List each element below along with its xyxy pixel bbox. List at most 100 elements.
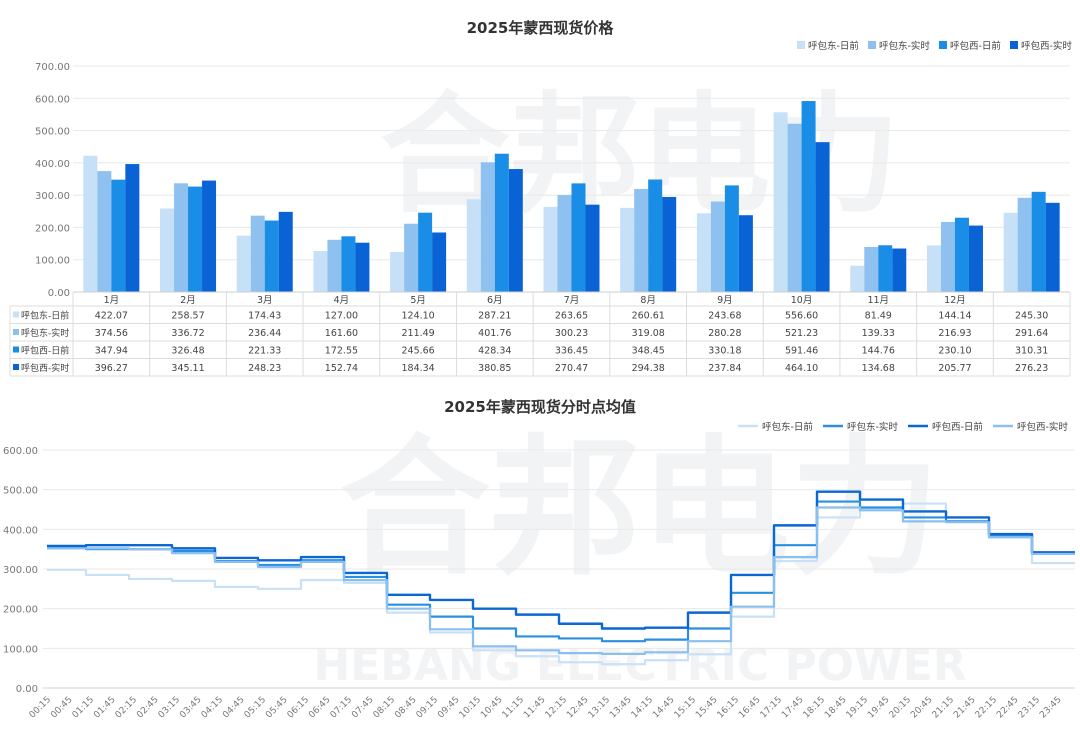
y-tick-label: 200.00 [3,605,38,616]
bar [202,180,217,292]
bar [327,239,342,292]
x-tick-label: 18:45 [823,695,848,720]
table-cell: 347.94 [95,346,128,357]
bar [571,183,586,292]
bar [787,123,802,293]
table-cell: 245.30 [1015,311,1048,322]
table-cell: 134.68 [862,363,895,374]
y-tick-label: 500.00 [35,127,70,138]
x-tick-label: 12:15 [544,695,569,720]
table-row-swatch [13,311,19,318]
bar [696,213,711,292]
bar [160,208,175,292]
bar [418,212,433,292]
legend-label: 呼包东-实时 [847,421,898,433]
bar [892,248,907,292]
watermark-english: HEBANG ELECTRIC POWER [313,640,966,691]
x-tick-label: 5月 [410,295,426,306]
x-tick-label: 13:45 [608,695,633,720]
table-cell: 319.08 [632,328,665,339]
x-tick-label: 17:15 [759,695,784,720]
table-cell: 464.10 [785,363,818,374]
y-tick-label: 200.00 [35,223,70,234]
legend-swatch [868,41,876,49]
y-tick-label: 400.00 [3,525,38,536]
bar [968,225,983,292]
table-row-label: 呼包西-实时 [21,362,69,374]
table-cell: 380.85 [478,363,511,374]
table-cell: 591.46 [785,346,818,357]
x-tick-label: 03:45 [178,695,203,720]
x-tick-label: 06:15 [286,695,311,720]
y-tick-label: 100.00 [3,644,38,655]
bar [850,265,865,292]
x-tick-label: 03:15 [157,695,182,720]
x-tick-label: 23:15 [1017,695,1042,720]
legend-label: 呼包东-日前 [808,40,859,52]
x-tick-label: 08:45 [393,695,418,720]
table-cell: 326.48 [171,346,204,357]
x-tick-label: 6月 [487,295,503,306]
table-cell: 230.10 [938,346,971,357]
table-row-label: 呼包东-实时 [21,327,69,339]
x-tick-label: 16:15 [716,695,741,720]
watermark: 合邦电力 合邦电力 HEBANG ELECTRIC POWER [313,79,966,691]
legend-label: 呼包西-实时 [1021,40,1072,52]
x-tick-label: 17:45 [780,695,805,720]
watermark-text-2: 合邦电力 [340,422,940,596]
bar [83,155,98,292]
bar [724,185,739,292]
y-tick-label: 0.00 [48,288,70,299]
x-tick-label: 12月 [944,295,966,306]
x-tick-label: 14:15 [630,695,655,720]
table-cell: 263.65 [555,311,588,322]
table-cell: 287.21 [478,311,511,322]
table-cell: 300.23 [555,328,588,339]
legend-label: 呼包西-实时 [1017,421,1068,433]
x-tick-label: 20:15 [888,695,913,720]
bar [111,179,126,292]
x-tick-label: 7月 [564,295,580,306]
table-cell: 258.57 [171,311,204,322]
table-cell: 345.11 [171,363,204,374]
table-cell: 127.00 [325,311,358,322]
x-tick-label: 20:45 [909,695,934,720]
legend-label: 呼包西-日前 [950,40,1001,52]
bar [264,220,279,292]
x-tick-label: 23:45 [1038,695,1063,720]
bar [543,206,558,292]
charts-svg: 合邦电力 合邦电力 HEBANG ELECTRIC POWER 2025年蒙西现… [3,19,1075,720]
table-cell: 172.55 [325,346,358,357]
bar [404,223,419,292]
bar [188,186,203,292]
x-tick-label: 10:15 [458,695,483,720]
x-tick-label: 00:45 [49,695,74,720]
bar [634,188,649,292]
legend-swatch [1010,41,1018,49]
x-tick-label: 09:15 [415,695,440,720]
table-cell: 422.07 [95,311,128,322]
table-cell: 237.84 [708,363,741,374]
y-tick-label: 400.00 [35,159,70,170]
x-tick-label: 00:15 [28,695,53,720]
legend-swatch [797,41,805,49]
table-cell: 161.60 [325,328,358,339]
bar [878,245,893,292]
table-row-label: 呼包西-日前 [21,345,69,357]
table-cell: 396.27 [95,363,128,374]
y-tick-label: 500.00 [3,486,38,497]
table-cell: 221.33 [248,346,281,357]
table-cell: 280.28 [708,328,741,339]
table-cell: 144.14 [938,311,971,322]
x-tick-label: 05:15 [243,695,268,720]
y-tick-label: 100.00 [35,256,70,267]
x-tick-label: 19:45 [866,695,891,720]
bar [97,171,112,292]
bar [494,153,509,292]
x-tick-label: 4月 [334,295,350,306]
x-tick-label: 07:45 [350,695,375,720]
table-cell: 216.93 [938,328,971,339]
table-cell: 184.34 [401,363,434,374]
legend-swatch [939,41,947,49]
bar [390,251,405,292]
